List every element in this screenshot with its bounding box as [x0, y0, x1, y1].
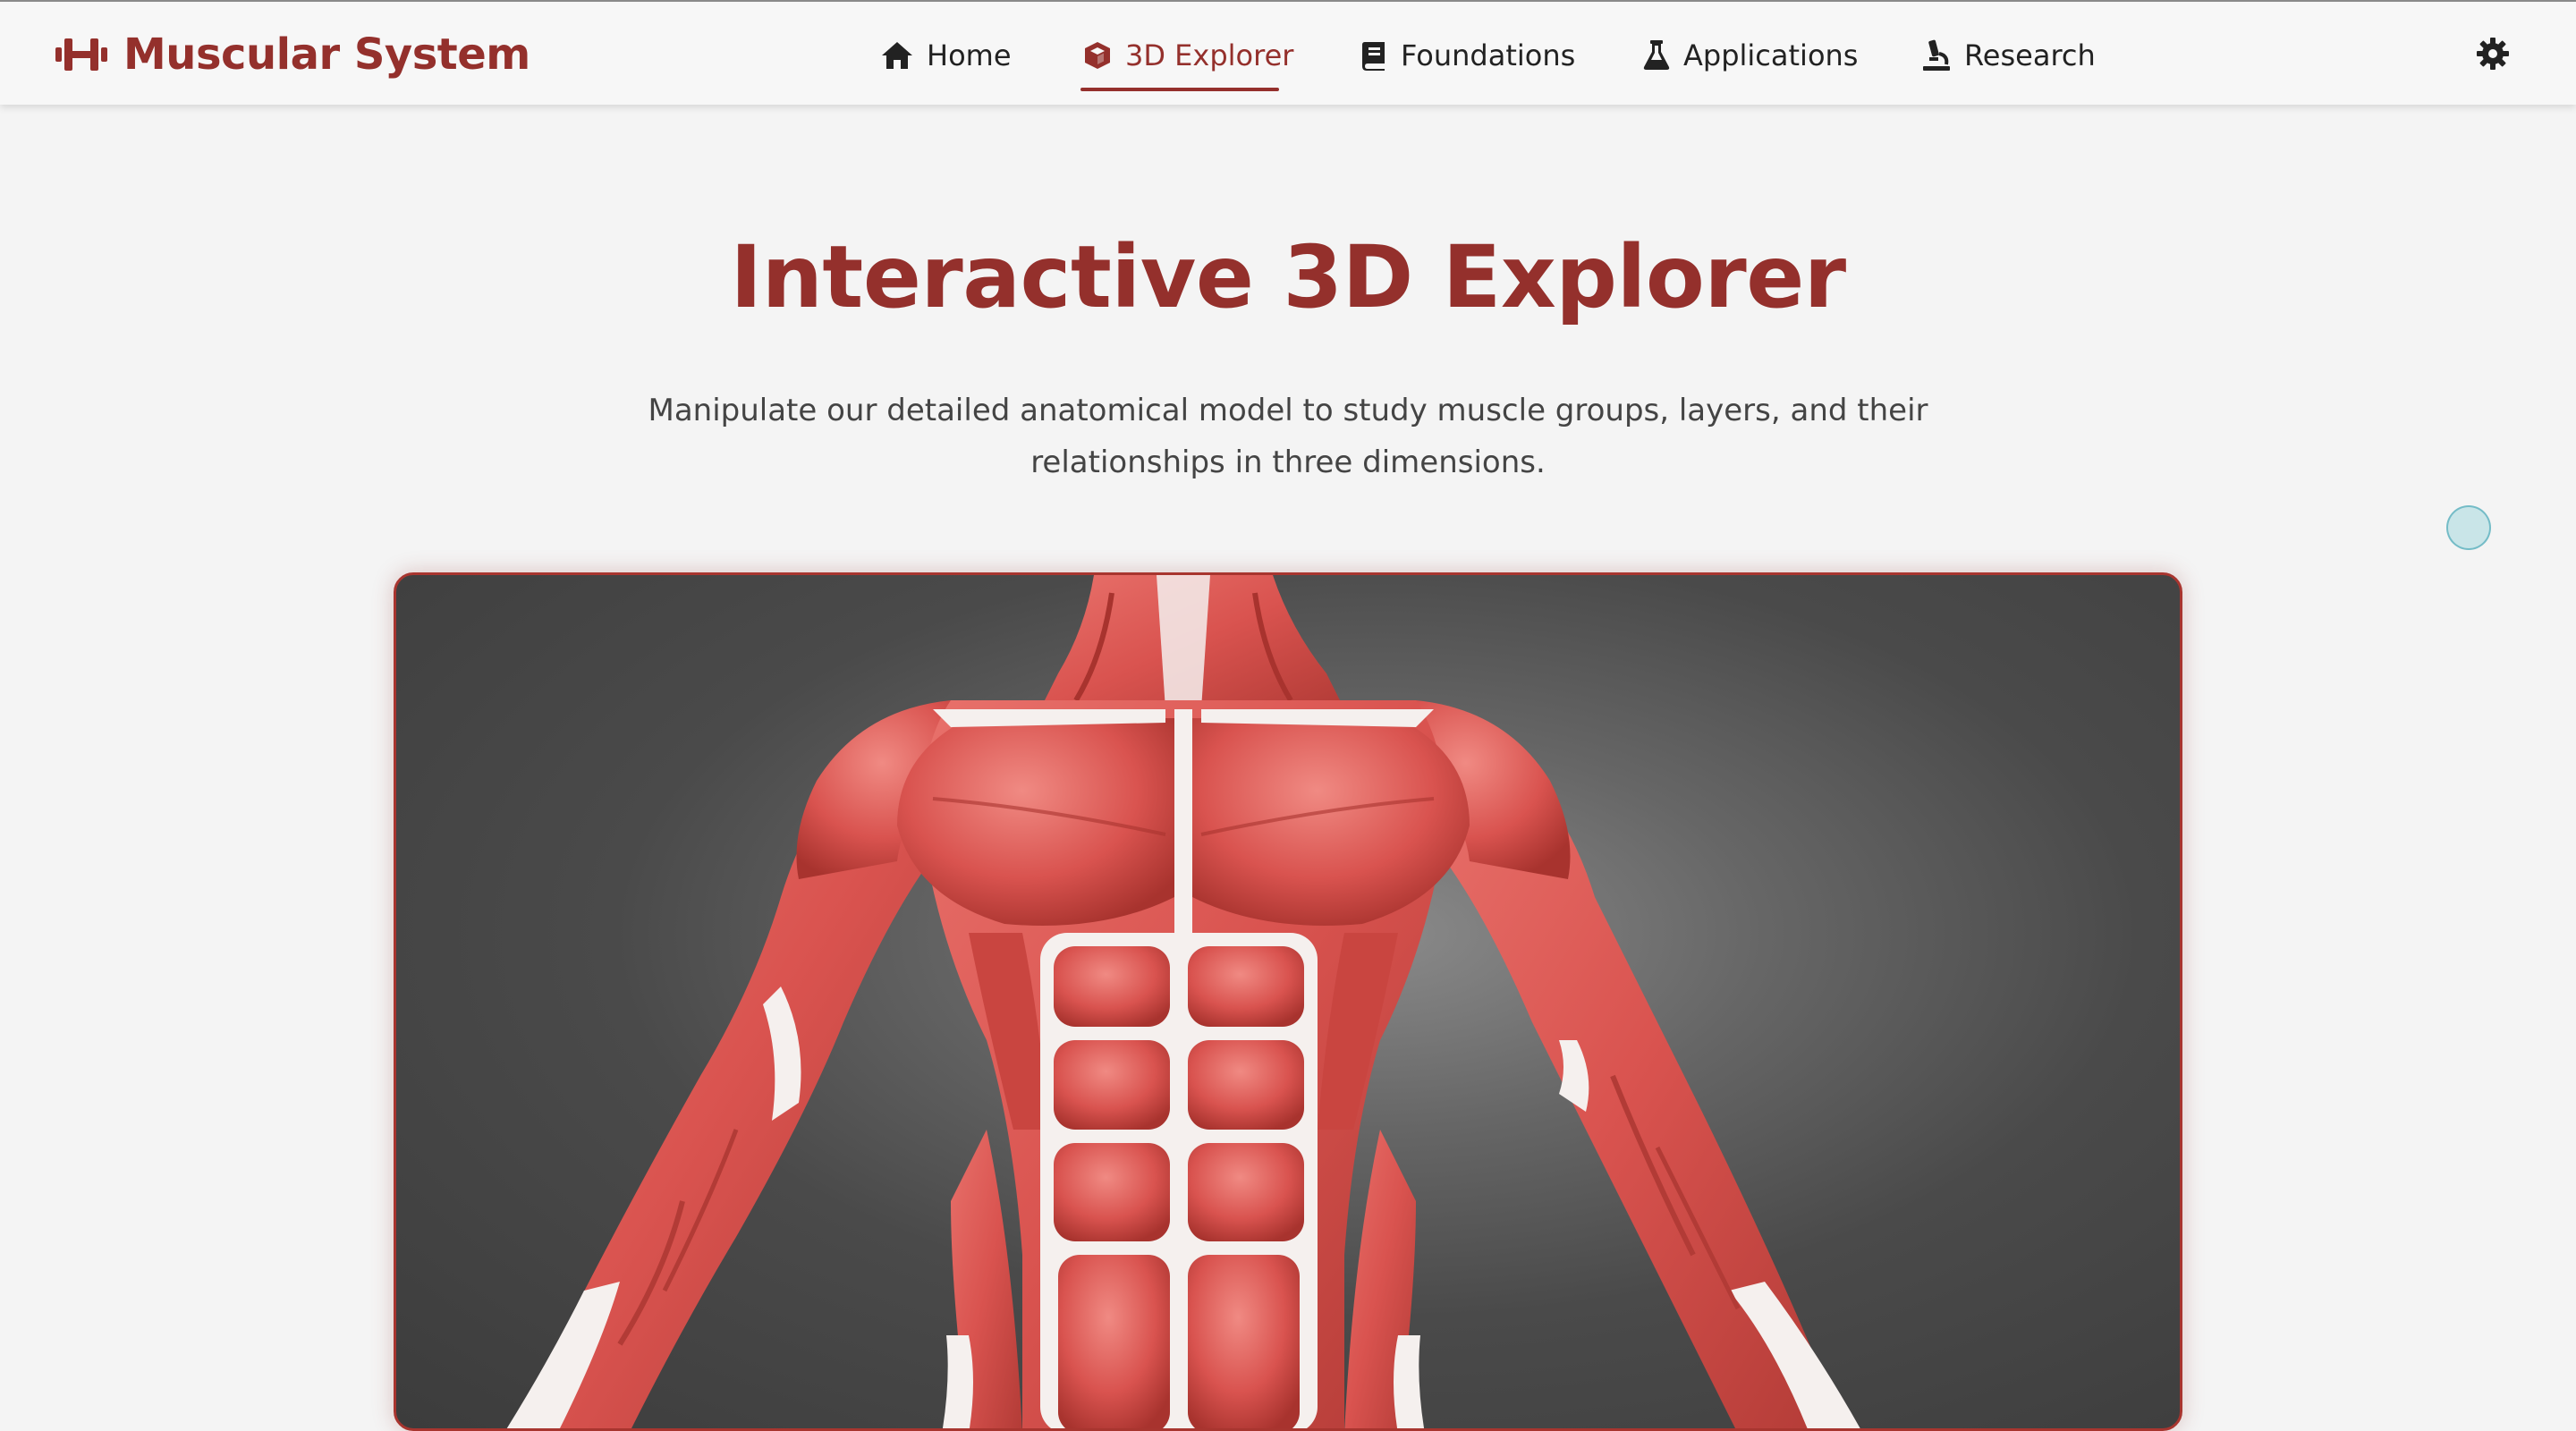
- nav-research[interactable]: Research: [1921, 29, 2096, 82]
- 3d-model-viewer[interactable]: [394, 572, 2182, 1431]
- nav-home[interactable]: Home: [880, 29, 1012, 82]
- home-icon: [880, 40, 914, 71]
- microscope-icon: [1921, 39, 1952, 72]
- page-title: Interactive 3D Explorer: [730, 227, 1846, 327]
- pectorals: [897, 709, 1470, 951]
- cube-icon: [1082, 40, 1113, 71]
- nav-3d-explorer[interactable]: 3D Explorer: [1082, 29, 1293, 82]
- active-tab-indicator: [1080, 88, 1279, 91]
- abdominals: [1040, 933, 1318, 1428]
- nav-foundations-label: Foundations: [1401, 38, 1576, 72]
- settings-button[interactable]: [2474, 36, 2512, 73]
- nav-3d-explorer-label: 3D Explorer: [1125, 38, 1294, 72]
- brand-logo[interactable]: Muscular System: [54, 27, 530, 82]
- nav-applications-label: Applications: [1683, 38, 1859, 72]
- nav-applications[interactable]: Applications: [1642, 29, 1858, 82]
- page-subtitle: Manipulate our detailed anatomical model…: [648, 393, 1928, 480]
- neck-muscles: [1040, 575, 1344, 709]
- dumbbell-icon: [54, 35, 109, 74]
- brand-title: Muscular System: [123, 30, 530, 80]
- top-navbar: Muscular System Home 3D Explorer Foundat…: [0, 0, 2576, 105]
- nav-foundations[interactable]: Foundations: [1361, 29, 1575, 82]
- book-icon: [1361, 40, 1388, 71]
- muscle-model-render[interactable]: [396, 575, 2182, 1431]
- gear-icon: [2476, 37, 2510, 73]
- flask-icon: [1642, 39, 1671, 72]
- nav-research-label: Research: [1964, 38, 2096, 72]
- cursor-indicator: [2446, 505, 2491, 550]
- nav-home-label: Home: [927, 38, 1012, 72]
